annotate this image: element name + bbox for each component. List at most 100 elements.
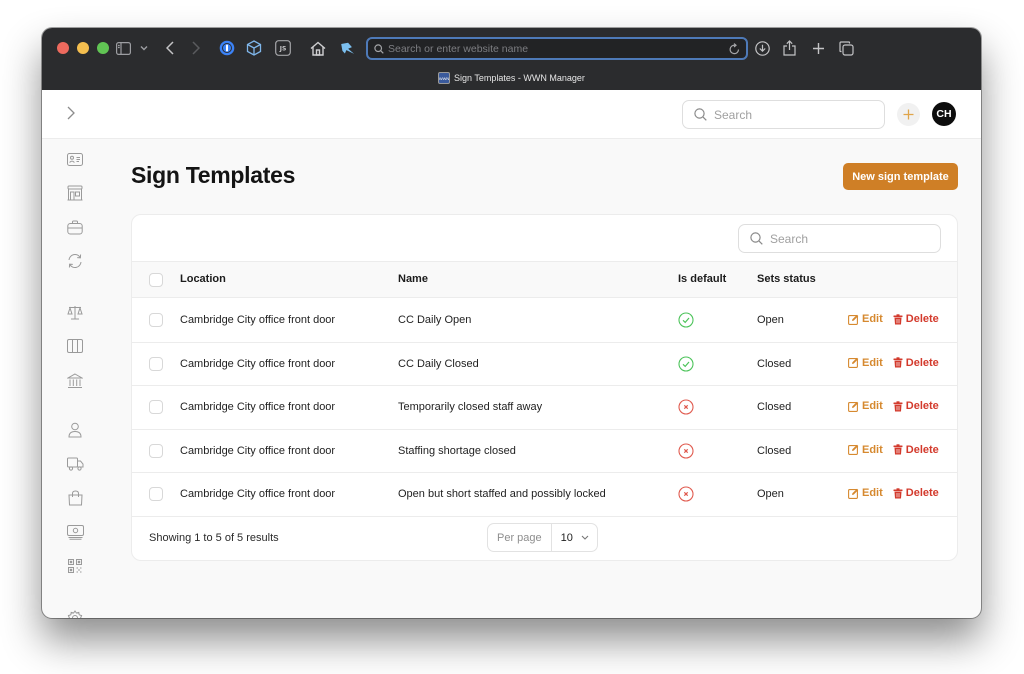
edit-button[interactable]: Edit (848, 444, 883, 456)
settings-icon[interactable] (66, 609, 84, 618)
sync-icon[interactable] (66, 252, 84, 270)
chevron-right-icon (67, 106, 75, 120)
cash-icon[interactable] (66, 523, 84, 541)
scales-icon[interactable] (66, 303, 84, 321)
delete-button[interactable]: Delete (893, 444, 939, 456)
table-row: Cambridge City office front door CC Daily… (132, 299, 957, 343)
quick-add-button[interactable] (897, 103, 920, 126)
1password-icon[interactable] (219, 39, 235, 57)
sign-templates-table: Location Name Is default Sets status Cam… (131, 214, 958, 561)
table-row: Cambridge City office front door CC Daily… (132, 343, 957, 386)
row-checkbox[interactable] (149, 443, 163, 458)
cell-sets-status: Closed (757, 401, 792, 413)
delete-label: Delete (905, 443, 939, 456)
row-actions: Edit Delete (848, 487, 939, 499)
row-checkbox[interactable] (149, 313, 163, 327)
new-sign-template-button[interactable]: New sign template (843, 163, 958, 190)
plus-icon (903, 109, 914, 120)
delete-button[interactable]: Delete (893, 487, 939, 499)
share-icon[interactable] (783, 39, 796, 57)
chevron-down-icon[interactable] (140, 39, 148, 57)
cell-name: CC Daily Open (398, 314, 472, 326)
contact-card-icon[interactable] (66, 150, 84, 168)
per-page-label: Per page (488, 524, 552, 551)
per-page-select[interactable]: 10 (552, 524, 597, 551)
minimize-window-button[interactable] (77, 42, 89, 54)
x-circle-icon (678, 399, 694, 415)
forward-icon[interactable] (192, 39, 200, 57)
reload-icon[interactable] (729, 42, 740, 60)
table-search-input[interactable] (770, 231, 920, 246)
delete-label: Delete (905, 487, 939, 499)
global-search[interactable] (682, 100, 885, 129)
zoom-window-button[interactable] (97, 42, 109, 54)
sidebar-icon[interactable] (116, 39, 131, 57)
edit-icon (848, 314, 859, 325)
url-input[interactable] (388, 42, 746, 55)
table-header: Location Name Is default Sets status (132, 261, 957, 298)
address-bar[interactable] (366, 37, 748, 60)
select-all-checkbox[interactable] (149, 273, 163, 287)
cell-location: Cambridge City office front door (180, 357, 336, 370)
x-circle-icon (678, 486, 694, 502)
trash-icon (893, 444, 903, 455)
tab-overview-icon[interactable] (839, 39, 854, 57)
table-row: Cambridge City office front door Temporar… (132, 386, 957, 430)
active-tab[interactable]: WWN Sign Templates - WWN Manager (42, 72, 981, 84)
window-controls (57, 42, 109, 54)
cell-sets-status: Closed (757, 444, 792, 457)
row-checkbox[interactable] (149, 356, 163, 371)
row-checkbox[interactable] (149, 487, 163, 501)
trash-icon (893, 400, 903, 411)
cell-name: Staffing shortage closed (398, 444, 516, 457)
storefront-icon[interactable] (66, 184, 84, 202)
download-icon[interactable] (755, 39, 770, 57)
cell-sets-status: Open (757, 488, 784, 500)
column-header-sets-status[interactable]: Sets status (757, 273, 816, 285)
column-header-location[interactable]: Location (180, 273, 226, 285)
user-icon[interactable] (66, 421, 84, 439)
home-icon[interactable] (310, 39, 326, 57)
delete-label: Delete (905, 400, 939, 412)
table-search[interactable] (738, 224, 941, 253)
cube-extension-icon[interactable] (246, 39, 262, 57)
cell-location: Cambridge City office front door (180, 488, 336, 500)
delete-button[interactable]: Delete (893, 313, 939, 325)
new-tab-icon[interactable] (812, 39, 825, 57)
delete-button[interactable]: Delete (893, 400, 939, 412)
bank-icon[interactable] (66, 372, 84, 390)
browser-window: JS WWN Sign Templates - WW (42, 28, 981, 618)
delete-button[interactable]: Delete (893, 357, 939, 369)
per-page-control: Per page 10 (487, 523, 598, 552)
edit-button[interactable]: Edit (848, 400, 883, 412)
global-search-input[interactable] (714, 107, 864, 122)
truck-icon[interactable] (66, 455, 84, 473)
svg-text:JS: JS (279, 46, 287, 53)
briefcase-icon[interactable] (66, 218, 84, 236)
expand-sidebar-button[interactable] (66, 105, 76, 126)
edit-button[interactable]: Edit (848, 357, 883, 369)
edit-icon (848, 401, 859, 412)
column-header-is-default[interactable]: Is default (678, 273, 726, 285)
edit-button[interactable]: Edit (848, 313, 883, 325)
trash-icon (893, 487, 903, 498)
qr-code-icon[interactable] (66, 557, 84, 575)
row-actions: Edit Delete (848, 400, 939, 412)
column-header-name[interactable]: Name (398, 273, 428, 285)
tab-title: Sign Templates - WWN Manager (454, 73, 585, 83)
trash-icon (893, 313, 903, 324)
edit-label: Edit (862, 356, 883, 369)
columns-icon[interactable] (66, 337, 84, 355)
js-extension-icon[interactable]: JS (275, 39, 291, 57)
results-summary: Showing 1 to 5 of 5 results (149, 532, 279, 544)
edit-button[interactable]: Edit (848, 487, 883, 499)
pin-icon[interactable] (339, 39, 355, 57)
shopping-bag-icon[interactable] (66, 489, 84, 507)
row-checkbox[interactable] (149, 400, 163, 414)
back-icon[interactable] (166, 39, 174, 57)
delete-label: Delete (905, 356, 939, 369)
table-row: Cambridge City office front door Open but… (132, 473, 957, 517)
close-window-button[interactable] (57, 42, 69, 54)
x-circle-icon (678, 442, 694, 459)
user-avatar[interactable]: CH (932, 102, 956, 126)
